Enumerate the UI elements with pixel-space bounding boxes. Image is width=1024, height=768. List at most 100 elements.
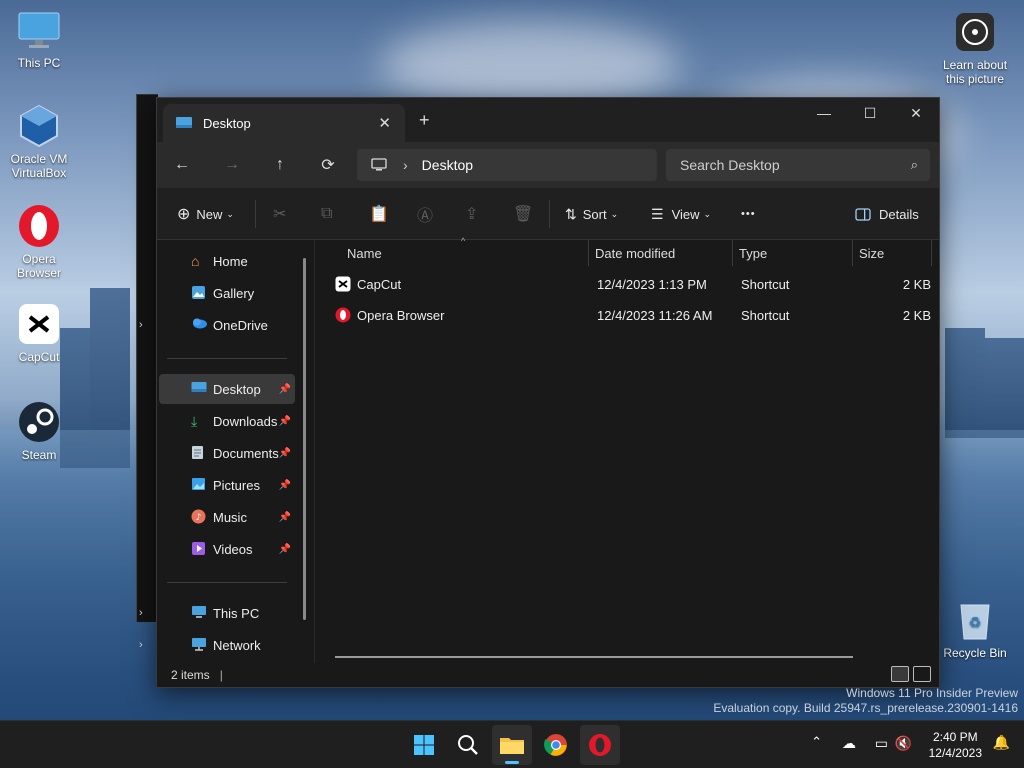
chevron-right-icon[interactable]: › — [139, 319, 143, 331]
opera-icon[interactable] — [580, 725, 620, 765]
opera-icon — [335, 307, 351, 326]
nav-item-this-pc[interactable]: › This PC — [139, 598, 295, 628]
horizontal-scrollbar[interactable] — [335, 656, 853, 658]
nav-label: Gallery — [213, 285, 255, 301]
details-button[interactable]: Details — [855, 202, 919, 226]
chevron-right-icon[interactable]: › — [139, 639, 143, 651]
new-button[interactable]: ⊕ New ⌄ — [177, 202, 234, 226]
desktop-icon-opera[interactable]: Opera Browser — [7, 204, 71, 280]
nav-item-desktop[interactable]: Desktop 📌 — [159, 374, 295, 404]
maximize-button[interactable]: ☐ — [847, 98, 893, 128]
back-arrow-icon[interactable]: ← — [169, 154, 195, 176]
rename-icon[interactable]: Ⓐ — [417, 202, 433, 226]
file-explorer-icon[interactable] — [492, 725, 532, 765]
copy-icon[interactable]: ⧉ — [321, 202, 332, 226]
more-options-button[interactable]: ••• — [741, 202, 756, 226]
recycle-bin-icon: ♻ — [953, 598, 997, 642]
table-row[interactable]: CapCut 12/4/2023 1:13 PM Shortcut 2 KB — [331, 270, 931, 298]
desktop-icon-steam[interactable]: Steam — [7, 400, 71, 462]
chevron-down-icon: ⌄ — [226, 208, 234, 219]
table-row[interactable]: Opera Browser 12/4/2023 11:26 AM Shortcu… — [331, 301, 931, 329]
search-icon[interactable] — [448, 725, 488, 765]
desktop-icon-virtualbox[interactable]: Oracle VM VirtualBox — [7, 104, 71, 180]
svg-text:♪: ♪ — [196, 513, 202, 523]
display-icon[interactable]: ▭ — [875, 735, 888, 752]
desktop-folder-icon — [191, 381, 207, 397]
column-header-size[interactable]: Size — [853, 240, 931, 266]
command-bar: ⊕ New ⌄ ✂ ⧉ 📋 Ⓐ ⇪ 🗑 ⇅ Sort ⌄ ☰ View ⌄ ••… — [157, 188, 939, 240]
start-windows-icon[interactable] — [404, 725, 444, 765]
nav-scrollbar[interactable] — [303, 258, 306, 620]
nav-item-home[interactable]: ⌂ Home — [159, 246, 295, 276]
forward-arrow-icon[interactable]: → — [219, 154, 245, 176]
nav-label: Network — [213, 637, 261, 653]
chevron-right-icon[interactable]: › — [139, 607, 143, 619]
file-explorer-window: Desktop ✕ + — ☐ ✕ ← → ↑ ⟳ › Desktop Sear… — [139, 97, 940, 688]
onedrive-cloud-icon[interactable]: ☁ — [842, 735, 856, 752]
desktop-icon-label: This PC — [17, 56, 61, 70]
nav-label: Downloads — [213, 413, 278, 429]
up-arrow-icon[interactable]: ↑ — [267, 154, 293, 176]
nav-item-documents[interactable]: Documents 📌 — [159, 438, 295, 468]
evaluation-watermark: Windows 11 Pro Insider Preview Evaluatio… — [713, 686, 1018, 716]
file-size: 2 KB — [902, 308, 931, 323]
search-icon: ⌕ — [910, 157, 918, 172]
desktop-icon-learn-picture[interactable]: Learn about this picture — [942, 10, 1008, 86]
pin-icon: 📌 — [278, 511, 291, 523]
taskbar: ⌃ ☁ ▭ 🔇 2:40 PM 12/4/2023 🔔 — [0, 720, 1024, 768]
delete-icon[interactable]: 🗑 — [513, 202, 533, 226]
close-window-button[interactable]: ✕ — [893, 98, 939, 128]
tiles-view-icon[interactable] — [913, 666, 931, 682]
background-window[interactable] — [136, 94, 158, 622]
view-toggle — [891, 666, 931, 682]
file-date: 12/4/2023 11:26 AM — [597, 308, 713, 323]
nav-divider — [167, 582, 287, 583]
refresh-icon[interactable]: ⟳ — [315, 154, 341, 176]
nav-item-pictures[interactable]: Pictures 📌 — [159, 470, 295, 500]
desktop-icon-this-pc[interactable]: This PC — [7, 8, 71, 70]
clock[interactable]: 2:40 PM 12/4/2023 — [929, 729, 982, 761]
download-arrow-icon: ⤓ — [191, 413, 198, 429]
file-type: Shortcut — [741, 277, 790, 292]
nav-item-videos[interactable]: Videos 📌 — [159, 534, 295, 564]
column-header-type[interactable]: Type — [733, 240, 853, 266]
close-tab-icon[interactable]: ✕ — [378, 114, 391, 132]
details-label: Details — [879, 206, 919, 222]
chrome-icon[interactable] — [536, 725, 576, 765]
pin-icon: 📌 — [278, 383, 291, 395]
picture-icon — [191, 477, 207, 493]
nav-item-downloads[interactable]: ⤓ Downloads 📌 — [159, 406, 295, 436]
address-field[interactable]: › Desktop — [357, 149, 657, 181]
volume-muted-icon[interactable]: 🔇 — [895, 735, 912, 752]
paste-icon[interactable]: 📋 — [369, 202, 389, 226]
chevron-up-icon[interactable]: ⌃ — [811, 734, 822, 750]
desktop-icon-capcut[interactable]: CapCut — [7, 302, 71, 364]
search-input[interactable]: Search Desktop ⌕ — [666, 149, 930, 181]
share-icon[interactable]: ⇪ — [465, 202, 478, 226]
column-divider[interactable] — [931, 240, 932, 266]
minimize-button[interactable]: — — [801, 98, 847, 128]
sort-button[interactable]: ⇅ Sort ⌄ — [565, 202, 618, 226]
cut-icon[interactable]: ✂ — [273, 202, 286, 226]
notification-bell-icon[interactable]: 🔔 — [993, 734, 1010, 751]
nav-item-music[interactable]: ♪ Music 📌 — [159, 502, 295, 532]
nav-item-onedrive[interactable]: › OneDrive — [139, 310, 295, 340]
onedrive-cloud-icon — [191, 317, 207, 333]
details-view-icon[interactable] — [891, 666, 909, 682]
tab-desktop[interactable]: Desktop ✕ — [163, 104, 405, 142]
nav-item-gallery[interactable]: Gallery — [159, 278, 295, 308]
column-header-name[interactable]: Name — [341, 240, 591, 266]
column-header-date[interactable]: Date modified — [589, 240, 733, 266]
chevron-down-icon: ⌄ — [610, 208, 619, 219]
new-tab-button[interactable]: + — [419, 110, 430, 131]
title-bar[interactable]: Desktop ✕ + — ☐ ✕ — [157, 98, 939, 142]
sort-icon: ⇅ — [565, 205, 577, 222]
breadcrumb-desktop[interactable]: Desktop — [422, 157, 473, 173]
file-name: Opera Browser — [357, 308, 445, 323]
desktop-icon-recycle-bin[interactable]: ♻ Recycle Bin — [942, 598, 1008, 660]
view-button[interactable]: ☰ View ⌄ — [651, 202, 711, 226]
gallery-icon — [191, 285, 207, 301]
details-pane-icon — [855, 207, 871, 221]
desktop-icon-label: CapCut — [18, 350, 60, 364]
nav-item-network[interactable]: › Network — [139, 630, 295, 660]
